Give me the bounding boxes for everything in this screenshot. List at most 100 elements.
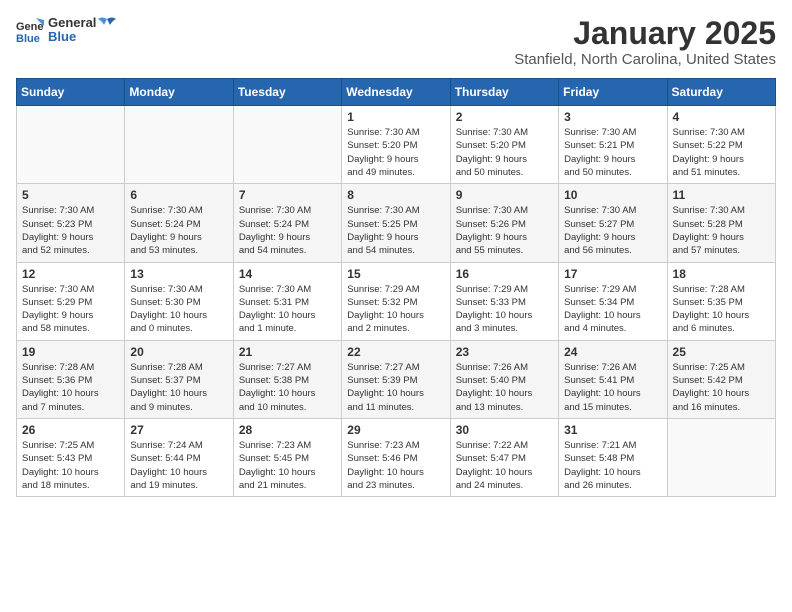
day-info: Sunrise: 7:23 AM Sunset: 5:46 PM Dayligh…	[347, 439, 444, 492]
day-number: 11	[673, 188, 770, 202]
day-number: 28	[239, 423, 336, 437]
day-info: Sunrise: 7:27 AM Sunset: 5:38 PM Dayligh…	[239, 361, 336, 414]
weekday-header-friday: Friday	[559, 79, 667, 106]
day-number: 2	[456, 110, 553, 124]
calendar-cell: 14Sunrise: 7:30 AM Sunset: 5:31 PM Dayli…	[233, 262, 341, 340]
logo-icon: General Blue	[16, 16, 44, 44]
day-info: Sunrise: 7:30 AM Sunset: 5:23 PM Dayligh…	[22, 204, 119, 257]
calendar-cell: 12 Sunrise: 7:30 AM Sunset: 5:29 PM Dayli…	[17, 262, 125, 340]
calendar-table: SundayMondayTuesdayWednesdayThursdayFrid…	[16, 78, 776, 497]
day-number: 3	[564, 110, 661, 124]
calendar-cell: 26 Sunrise: 7:25 AM Sunset: 5:43 PM Dayli…	[17, 418, 125, 496]
day-number: 27	[130, 423, 227, 437]
day-number: 30	[456, 423, 553, 437]
title-area: January 2025 Stanfield, North Carolina, …	[514, 16, 776, 68]
calendar-cell: 9 Sunrise: 7:30 AM Sunset: 5:26 PM Daylig…	[450, 184, 558, 262]
location-title: Stanfield, North Carolina, United States	[514, 51, 776, 68]
day-info: Sunrise: 7:29 AM Sunset: 5:33 PM Dayligh…	[456, 283, 553, 336]
day-info: Sunrise: 7:27 AM Sunset: 5:39 PM Dayligh…	[347, 361, 444, 414]
calendar-cell: 22 Sunrise: 7:27 AM Sunset: 5:39 PM Dayli…	[342, 340, 450, 418]
day-number: 13	[130, 267, 227, 281]
calendar-cell	[667, 418, 775, 496]
day-info: Sunrise: 7:25 AM Sunset: 5:43 PM Dayligh…	[22, 439, 119, 492]
calendar-cell: 31 Sunrise: 7:21 AM Sunset: 5:48 PM Dayli…	[559, 418, 667, 496]
weekday-header-thursday: Thursday	[450, 79, 558, 106]
day-info: Sunrise: 7:24 AM Sunset: 5:44 PM Dayligh…	[130, 439, 227, 492]
calendar-cell: 6Sunrise: 7:30 AM Sunset: 5:24 PM Daylig…	[125, 184, 233, 262]
day-number: 18	[673, 267, 770, 281]
calendar-cell: 11 Sunrise: 7:30 AM Sunset: 5:28 PM Dayli…	[667, 184, 775, 262]
calendar-cell: 28Sunrise: 7:23 AM Sunset: 5:45 PM Dayli…	[233, 418, 341, 496]
day-number: 22	[347, 345, 444, 359]
logo-bird-icon	[98, 16, 116, 34]
calendar-cell: 20 Sunrise: 7:28 AM Sunset: 5:37 PM Dayli…	[125, 340, 233, 418]
day-number: 24	[564, 345, 661, 359]
day-info: Sunrise: 7:28 AM Sunset: 5:35 PM Dayligh…	[673, 283, 770, 336]
day-info: Sunrise: 7:28 AM Sunset: 5:36 PM Dayligh…	[22, 361, 119, 414]
day-number: 12	[22, 267, 119, 281]
calendar-cell: 27 Sunrise: 7:24 AM Sunset: 5:44 PM Dayli…	[125, 418, 233, 496]
day-info: Sunrise: 7:28 AM Sunset: 5:37 PM Dayligh…	[130, 361, 227, 414]
weekday-header-tuesday: Tuesday	[233, 79, 341, 106]
day-number: 19	[22, 345, 119, 359]
calendar-cell: 5 Sunrise: 7:30 AM Sunset: 5:23 PM Daylig…	[17, 184, 125, 262]
calendar-cell: 25 Sunrise: 7:25 AM Sunset: 5:42 PM Dayli…	[667, 340, 775, 418]
day-number: 20	[130, 345, 227, 359]
day-number: 29	[347, 423, 444, 437]
calendar-cell	[233, 106, 341, 184]
calendar-cell: 4Sunrise: 7:30 AM Sunset: 5:22 PM Daylig…	[667, 106, 775, 184]
day-info: Sunrise: 7:30 AM Sunset: 5:24 PM Dayligh…	[130, 204, 227, 257]
day-info: Sunrise: 7:26 AM Sunset: 5:40 PM Dayligh…	[456, 361, 553, 414]
logo: General Blue General Blue	[16, 16, 116, 45]
calendar-cell: 15 Sunrise: 7:29 AM Sunset: 5:32 PM Dayli…	[342, 262, 450, 340]
day-number: 16	[456, 267, 553, 281]
day-number: 26	[22, 423, 119, 437]
calendar-cell: 30 Sunrise: 7:22 AM Sunset: 5:47 PM Dayli…	[450, 418, 558, 496]
day-info: Sunrise: 7:30 AM Sunset: 5:20 PM Dayligh…	[347, 126, 444, 179]
day-info: Sunrise: 7:30 AM Sunset: 5:30 PM Dayligh…	[130, 283, 227, 336]
calendar-cell: 24 Sunrise: 7:26 AM Sunset: 5:41 PM Dayli…	[559, 340, 667, 418]
calendar-cell: 1Sunrise: 7:30 AM Sunset: 5:20 PM Daylig…	[342, 106, 450, 184]
day-number: 15	[347, 267, 444, 281]
calendar-cell: 29 Sunrise: 7:23 AM Sunset: 5:46 PM Dayli…	[342, 418, 450, 496]
day-info: Sunrise: 7:22 AM Sunset: 5:47 PM Dayligh…	[456, 439, 553, 492]
weekday-header-wednesday: Wednesday	[342, 79, 450, 106]
calendar-cell: 10Sunrise: 7:30 AM Sunset: 5:27 PM Dayli…	[559, 184, 667, 262]
day-number: 9	[456, 188, 553, 202]
day-info: Sunrise: 7:30 AM Sunset: 5:25 PM Dayligh…	[347, 204, 444, 257]
day-info: Sunrise: 7:30 AM Sunset: 5:24 PM Dayligh…	[239, 204, 336, 257]
calendar-cell: 8 Sunrise: 7:30 AM Sunset: 5:25 PM Daylig…	[342, 184, 450, 262]
day-info: Sunrise: 7:26 AM Sunset: 5:41 PM Dayligh…	[564, 361, 661, 414]
day-number: 4	[673, 110, 770, 124]
day-number: 7	[239, 188, 336, 202]
day-number: 10	[564, 188, 661, 202]
day-number: 8	[347, 188, 444, 202]
page-header: General Blue General Blue January 2025 S…	[16, 16, 776, 68]
day-info: Sunrise: 7:30 AM Sunset: 5:28 PM Dayligh…	[673, 204, 770, 257]
calendar-cell	[125, 106, 233, 184]
calendar-cell: 23 Sunrise: 7:26 AM Sunset: 5:40 PM Dayli…	[450, 340, 558, 418]
logo-general-text: General	[48, 16, 96, 30]
day-info: Sunrise: 7:29 AM Sunset: 5:32 PM Dayligh…	[347, 283, 444, 336]
calendar-cell: 18 Sunrise: 7:28 AM Sunset: 5:35 PM Dayli…	[667, 262, 775, 340]
calendar-cell: 21Sunrise: 7:27 AM Sunset: 5:38 PM Dayli…	[233, 340, 341, 418]
month-title: January 2025	[514, 16, 776, 51]
day-info: Sunrise: 7:30 AM Sunset: 5:20 PM Dayligh…	[456, 126, 553, 179]
calendar-cell	[17, 106, 125, 184]
day-info: Sunrise: 7:30 AM Sunset: 5:29 PM Dayligh…	[22, 283, 119, 336]
day-info: Sunrise: 7:30 AM Sunset: 5:26 PM Dayligh…	[456, 204, 553, 257]
calendar-cell: 7 Sunrise: 7:30 AM Sunset: 5:24 PM Daylig…	[233, 184, 341, 262]
day-info: Sunrise: 7:25 AM Sunset: 5:42 PM Dayligh…	[673, 361, 770, 414]
calendar-cell: 16 Sunrise: 7:29 AM Sunset: 5:33 PM Dayli…	[450, 262, 558, 340]
day-info: Sunrise: 7:29 AM Sunset: 5:34 PM Dayligh…	[564, 283, 661, 336]
day-number: 23	[456, 345, 553, 359]
day-info: Sunrise: 7:21 AM Sunset: 5:48 PM Dayligh…	[564, 439, 661, 492]
day-number: 5	[22, 188, 119, 202]
calendar-cell: 13 Sunrise: 7:30 AM Sunset: 5:30 PM Dayli…	[125, 262, 233, 340]
day-number: 31	[564, 423, 661, 437]
weekday-header-saturday: Saturday	[667, 79, 775, 106]
weekday-header-sunday: Sunday	[17, 79, 125, 106]
day-info: Sunrise: 7:30 AM Sunset: 5:21 PM Dayligh…	[564, 126, 661, 179]
day-number: 14	[239, 267, 336, 281]
day-number: 25	[673, 345, 770, 359]
